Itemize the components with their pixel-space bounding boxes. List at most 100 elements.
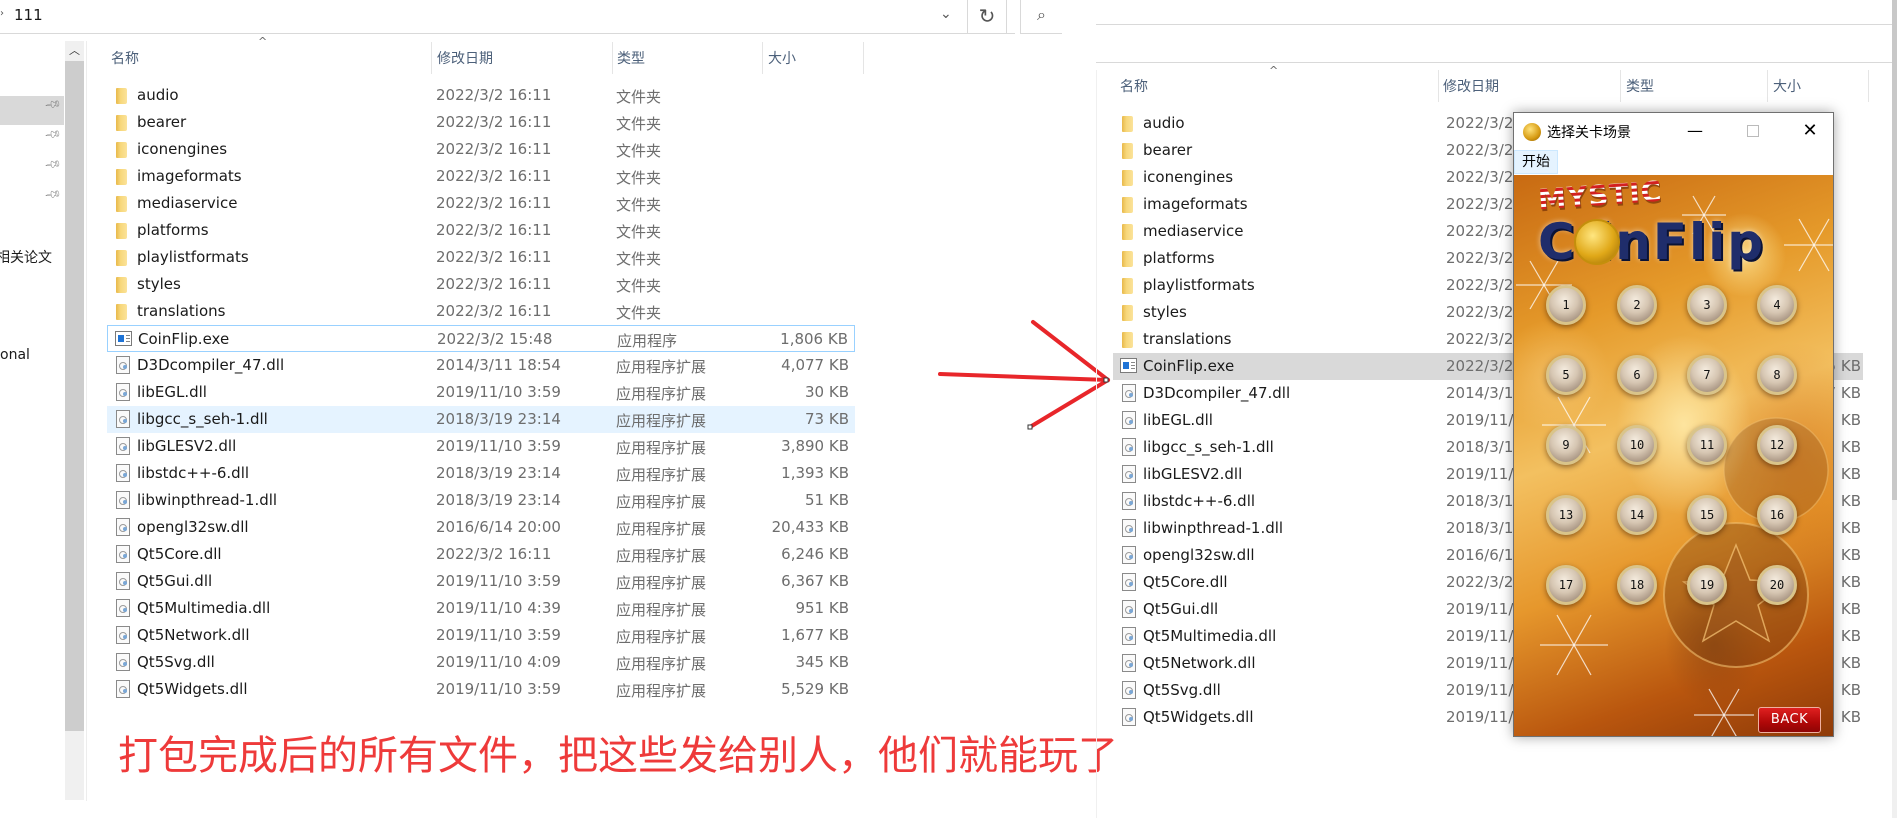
file-row[interactable]: libGLESV2.dll 2019/11/10 3:59 应用程序扩展 3,890 …: [107, 433, 855, 460]
file-row[interactable]: CoinFlip.exe 2022/3/2 15:48 应用程序 1,806 KB: [107, 325, 855, 352]
close-button[interactable]: ✕: [1792, 117, 1828, 145]
level-button[interactable]: 5: [1546, 355, 1586, 395]
column-divider[interactable]: [431, 42, 432, 74]
file-row[interactable]: opengl32sw.dll 2016/6/14 20:00 应用程序扩展 20,43…: [107, 514, 855, 541]
file-name: bearer: [137, 113, 187, 131]
file-row[interactable]: libEGL.dll 2019/11/10 3:59 应用程序扩展 30 KB: [107, 379, 855, 406]
column-divider[interactable]: [1620, 70, 1621, 102]
file-row[interactable]: Qt5Core.dll 2022/3/2 16:11 应用程序扩展 6,246 KB: [107, 541, 855, 568]
column-divider[interactable]: [1767, 70, 1768, 102]
file-row[interactable]: styles 2022/3/2 16:11 文件夹: [107, 271, 855, 298]
chevron-up-icon[interactable]: ︿: [65, 41, 84, 61]
arrow-handle[interactable]: [1027, 424, 1033, 430]
file-name: Qt5Gui.dll: [1143, 600, 1219, 618]
folder-icon: [116, 250, 127, 266]
column-divider[interactable]: [1868, 70, 1869, 102]
column-divider[interactable]: [762, 42, 763, 74]
file-name: libgcc_s_seh-1.dll: [137, 410, 268, 428]
level-button[interactable]: 13: [1546, 495, 1586, 535]
level-button[interactable]: 1: [1546, 285, 1586, 325]
pin-icon[interactable]: 📌︎: [44, 125, 63, 144]
file-row[interactable]: Qt5Svg.dll 2019/11/10 4:09 应用程序扩展 345 KB: [107, 649, 855, 676]
nav-item-label[interactable]: onal: [0, 347, 30, 363]
file-name: mediaservice: [137, 194, 238, 212]
file-row[interactable]: imageformats 2022/3/2 16:11 文件夹: [107, 163, 855, 190]
level-button[interactable]: 4: [1757, 285, 1797, 325]
scrollbar-thumb[interactable]: [65, 61, 84, 731]
file-row[interactable]: translations 2022/3/2 16:11 文件夹: [107, 298, 855, 325]
column-header-size[interactable]: 大小: [1773, 76, 1801, 96]
level-button[interactable]: 16: [1757, 495, 1797, 535]
arrow-handle[interactable]: [1103, 377, 1109, 383]
nav-scrollbar[interactable]: ︿: [65, 41, 84, 800]
file-row[interactable]: mediaservice 2022/3/2 16:11 文件夹: [107, 190, 855, 217]
pane-divider: [86, 41, 87, 801]
level-button[interactable]: 14: [1617, 495, 1657, 535]
file-row[interactable]: Qt5Network.dll 2019/11/10 3:59 应用程序扩展 1,677…: [107, 622, 855, 649]
column-header-date[interactable]: 修改日期: [1443, 76, 1499, 96]
pin-icon[interactable]: 📌︎: [44, 185, 63, 204]
level-button[interactable]: 11: [1687, 425, 1727, 465]
file-row[interactable]: Qt5Widgets.dll 2019/11/10 3:59 应用程序扩展 5,529…: [107, 676, 855, 703]
dll-file-icon: [1122, 708, 1136, 726]
level-button[interactable]: 17: [1546, 565, 1586, 605]
level-button[interactable]: 3: [1687, 285, 1727, 325]
column-header-name[interactable]: 名称: [111, 48, 139, 68]
file-row[interactable]: bearer 2022/3/2 16:11 文件夹: [107, 109, 855, 136]
pin-icon[interactable]: 📌︎: [44, 155, 63, 174]
minimize-button[interactable]: —: [1677, 117, 1713, 145]
column-header-type[interactable]: 类型: [617, 48, 645, 68]
dll-file-icon: [1122, 654, 1136, 672]
file-row[interactable]: iconengines 2022/3/2 16:11 文件夹: [107, 136, 855, 163]
scrollbar-thumb[interactable]: [1892, 0, 1897, 500]
back-button[interactable]: BACK: [1758, 707, 1821, 733]
column-divider[interactable]: [1438, 70, 1439, 102]
file-name: opengl32sw.dll: [1143, 546, 1255, 564]
file-date: 2019/11/10 3:59: [436, 680, 561, 698]
breadcrumb-current-folder[interactable]: 111: [14, 6, 43, 24]
window-titlebar[interactable]: 选择关卡场景 — ✕: [1514, 113, 1833, 149]
column-header-date[interactable]: 修改日期: [437, 48, 493, 68]
level-button[interactable]: 8: [1757, 355, 1797, 395]
level-button[interactable]: 2: [1617, 285, 1657, 325]
nav-item-label[interactable]: 相关论文: [0, 247, 52, 267]
level-button[interactable]: 12: [1757, 425, 1797, 465]
file-row[interactable]: libwinpthread-1.dll 2018/3/19 23:14 应用程序扩展…: [107, 487, 855, 514]
file-row[interactable]: audio 2022/3/2 16:11 文件夹: [107, 82, 855, 109]
search-button[interactable]: ⌕: [1020, 0, 1062, 34]
level-button[interactable]: 10: [1617, 425, 1657, 465]
refresh-icon: ↻: [978, 4, 996, 28]
level-button[interactable]: 19: [1687, 565, 1727, 605]
file-row[interactable]: D3Dcompiler_47.dll 2014/3/11 18:54 应用程序扩展 4…: [107, 352, 855, 379]
file-row[interactable]: Qt5Gui.dll 2019/11/10 3:59 应用程序扩展 6,367 KB: [107, 568, 855, 595]
file-date: 2019/11/: [1446, 465, 1514, 483]
file-row[interactable]: libstdc++-6.dll 2018/3/19 23:14 应用程序扩展 1,39…: [107, 460, 855, 487]
file-row[interactable]: platforms 2022/3/2 16:11 文件夹: [107, 217, 855, 244]
level-button[interactable]: 6: [1617, 355, 1657, 395]
sort-ascending-icon: ^: [1269, 64, 1279, 77]
file-name: CoinFlip.exe: [138, 330, 230, 348]
level-button[interactable]: 18: [1617, 565, 1657, 605]
chevron-down-icon[interactable]: ⌄: [940, 6, 952, 22]
column-header-type[interactable]: 类型: [1626, 76, 1654, 96]
column-divider[interactable]: [612, 42, 613, 74]
file-date: 2022/3/2: [1446, 222, 1514, 240]
level-button[interactable]: 9: [1546, 425, 1586, 465]
level-button[interactable]: 7: [1687, 355, 1727, 395]
column-header-size[interactable]: 大小: [768, 48, 796, 68]
address-bar[interactable]: › 111 ⌄: [0, 0, 1015, 34]
file-name: audio: [137, 86, 179, 104]
file-row[interactable]: libgcc_s_seh-1.dll 2018/3/19 23:14 应用程序扩展 7…: [107, 406, 855, 433]
menu-start[interactable]: 开始: [1514, 150, 1558, 174]
file-name: libgcc_s_seh-1.dll: [1143, 438, 1274, 456]
file-row[interactable]: Qt5Multimedia.dll 2019/11/10 4:39 应用程序扩展 95…: [107, 595, 855, 622]
column-header-name[interactable]: 名称: [1120, 76, 1148, 96]
file-row[interactable]: playlistformats 2022/3/2 16:11 文件夹: [107, 244, 855, 271]
maximize-button[interactable]: [1735, 117, 1771, 145]
refresh-button[interactable]: ↻: [967, 0, 1007, 34]
file-date: 2022/3/2 16:11: [436, 140, 552, 158]
file-size: 3,890 KB: [781, 437, 849, 455]
level-button[interactable]: 15: [1687, 495, 1727, 535]
level-button[interactable]: 20: [1757, 565, 1797, 605]
column-divider[interactable]: [863, 42, 864, 74]
